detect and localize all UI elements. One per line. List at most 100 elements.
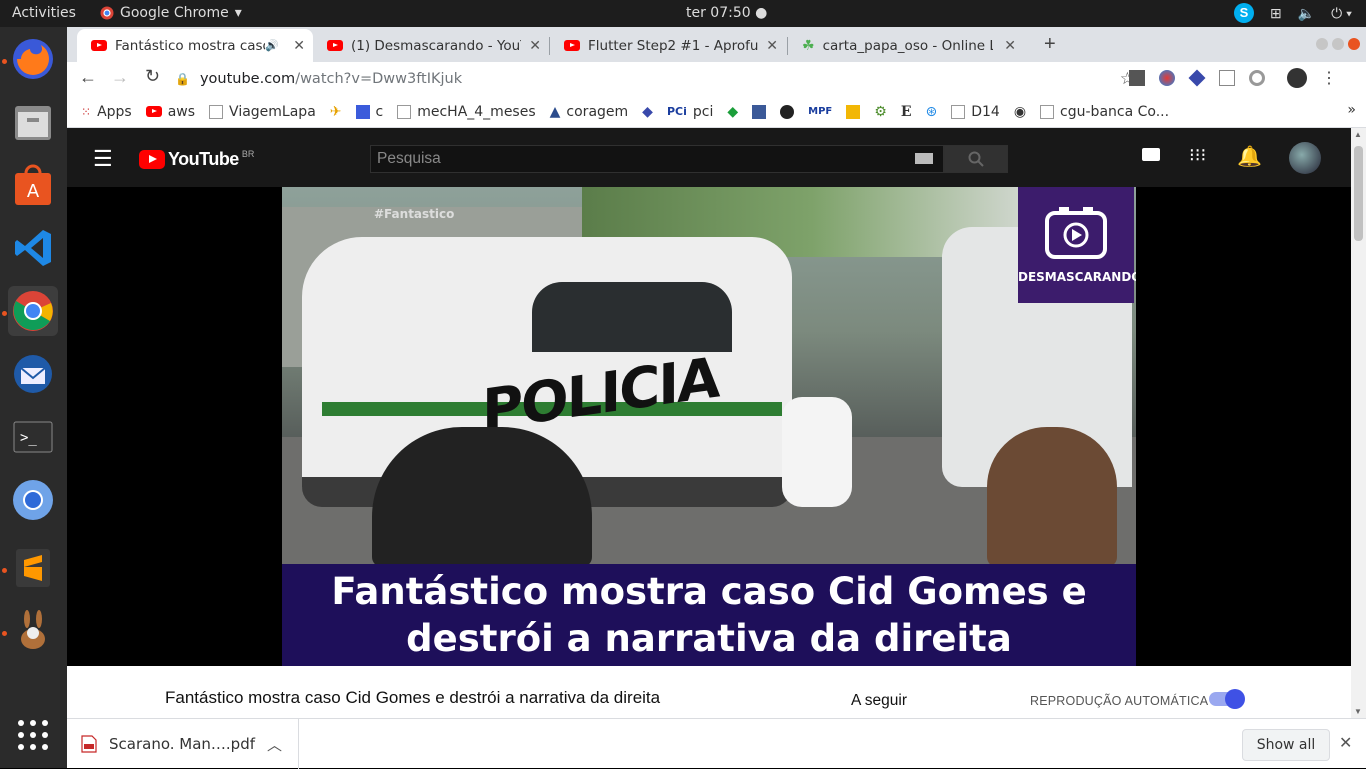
chrome-dock-icon[interactable]: [8, 286, 58, 336]
show-apps-icon[interactable]: [8, 710, 58, 760]
tab-desmascarando[interactable]: (1) Desmascarando - YouT ✕: [313, 29, 549, 62]
bookmark-diamond[interactable]: ◆: [642, 104, 653, 120]
search-button[interactable]: [944, 145, 1008, 173]
hamburger-menu-icon[interactable]: ☰: [93, 146, 113, 172]
close-shelf-icon[interactable]: ✕: [1339, 733, 1352, 752]
forward-icon[interactable]: →: [111, 67, 129, 88]
settings-extension-icon[interactable]: [1249, 70, 1265, 86]
sublime-text-icon[interactable]: [8, 543, 58, 593]
clock-text: ter 07:50: [686, 5, 751, 21]
tab-close-icon[interactable]: ✕: [766, 38, 778, 54]
app-menu-label: Google Chrome: [120, 5, 229, 21]
profile-avatar[interactable]: [1287, 68, 1307, 88]
create-video-icon[interactable]: [1142, 148, 1160, 161]
audio-icon[interactable]: 🔊: [265, 39, 279, 52]
bookmark-pci[interactable]: PCi pci: [667, 104, 713, 120]
bookmark-box[interactable]: [846, 104, 861, 119]
power-icon[interactable]: ⏻ ▾: [1331, 5, 1352, 22]
tab-close-icon[interactable]: ✕: [293, 38, 305, 54]
menu-kebab-icon[interactable]: ⋮: [1321, 68, 1337, 88]
close-window-icon[interactable]: [1348, 38, 1360, 50]
system-tray[interactable]: S ⊞ 🔈 ⏻ ▾: [1233, 3, 1352, 23]
e-icon: E: [900, 103, 912, 120]
bookmark-coragem[interactable]: ▲ coragem: [550, 104, 629, 120]
globe-icon: ◉: [1013, 103, 1027, 120]
download-extension-icon[interactable]: [1129, 70, 1145, 86]
mpf-icon: MPF: [808, 106, 833, 117]
youtube-logo[interactable]: YouTube BR: [139, 149, 254, 170]
toggle-knob: [1225, 689, 1245, 709]
account-avatar[interactable]: [1289, 142, 1321, 174]
bookmark-flag[interactable]: ◆: [727, 104, 738, 120]
chromium-icon[interactable]: [8, 475, 58, 525]
youtube-favicon-icon: [564, 40, 580, 51]
bookmark-circle[interactable]: ⊛: [925, 104, 937, 120]
bookmark-github[interactable]: [780, 104, 795, 119]
reload-icon[interactable]: ↻: [145, 66, 160, 87]
caption-line-1: Fantástico mostra caso Cid Gomes e: [331, 570, 1087, 613]
youtube-play-icon: [139, 150, 165, 169]
tab-flutter[interactable]: Flutter Step2 #1 - Aprofur ✕: [550, 29, 786, 62]
url-host: youtube.com: [199, 71, 296, 87]
bookmark-gear[interactable]: ⚙: [874, 104, 887, 120]
tab-carta[interactable]: ☘ carta_papa_oso - Online L ✕: [788, 29, 1024, 62]
calendar-icon: [355, 104, 370, 119]
chevron-up-icon[interactable]: ︿: [267, 734, 282, 755]
bookmark-viagemlapa[interactable]: ViagemLapa: [209, 104, 316, 120]
tab-fantastico[interactable]: Fantástico mostra caso 🔊 ✕: [77, 29, 313, 62]
apps-grid-icon[interactable]: ⁝⁝⁝: [1189, 145, 1206, 166]
emule-icon[interactable]: [8, 606, 58, 656]
volume-icon[interactable]: 🔈: [1298, 5, 1315, 22]
bookmark-aws[interactable]: aws: [145, 104, 195, 120]
grid-extension-icon[interactable]: [1219, 70, 1235, 86]
bookmark-apps[interactable]: ⁙ Apps: [81, 104, 132, 120]
address-bar[interactable]: 🔒 youtube.com/watch?v=Dww3ftIKjuk ☆: [175, 65, 1145, 93]
more-bookmarks-icon[interactable]: »: [1347, 102, 1356, 118]
search-input[interactable]: Pesquisa: [370, 145, 944, 173]
bookmark-globe[interactable]: ◉: [1014, 104, 1026, 120]
notifications-bell-icon[interactable]: 🔔: [1237, 144, 1262, 169]
page-scrollbar[interactable]: ▲ ▼: [1351, 128, 1366, 718]
bookmark-e[interactable]: E: [901, 104, 912, 120]
software-center-icon[interactable]: A: [8, 160, 58, 210]
person-right-hair: [987, 427, 1117, 567]
video-player[interactable]: POLICIA #Fantastico DESMASCARANDO Fantás…: [67, 187, 1351, 666]
tab-close-icon[interactable]: ✕: [1004, 38, 1016, 54]
bookmark-mecha[interactable]: mecHA_4_meses: [397, 104, 536, 120]
bookmark-facebook[interactable]: [752, 104, 767, 119]
channel-brand-box: DESMASCARANDO: [1018, 187, 1136, 303]
thunderbird-icon[interactable]: [8, 349, 58, 399]
bookmark-label: ViagemLapa: [229, 103, 316, 120]
new-tab-button[interactable]: +: [1044, 33, 1056, 56]
bookmark-plane[interactable]: ✈: [330, 104, 342, 120]
scroll-down-arrow-icon[interactable]: ▼: [1354, 707, 1362, 716]
network-icon[interactable]: ⊞: [1270, 5, 1282, 22]
maximize-icon[interactable]: [1332, 38, 1344, 50]
files-icon[interactable]: [8, 97, 58, 147]
back-icon[interactable]: ←: [79, 67, 97, 88]
download-item[interactable]: Scarano. Man….pdf ︿: [81, 719, 300, 769]
person-white-shirt: [782, 397, 852, 507]
clock[interactable]: ter 07:50 ●: [686, 5, 767, 21]
terminal-icon[interactable]: >_: [8, 412, 58, 462]
bookmark-cgu[interactable]: cgu-banca Co...: [1040, 104, 1169, 120]
minimize-icon[interactable]: [1316, 38, 1328, 50]
bookmark-d14[interactable]: D14: [951, 104, 1000, 120]
app-menu[interactable]: Google Chrome ▾: [100, 5, 242, 21]
bookmark-c[interactable]: c: [355, 104, 383, 120]
show-all-button[interactable]: Show all: [1242, 729, 1330, 761]
colorful-extension-icon[interactable]: [1159, 70, 1175, 86]
bookmark-mpf[interactable]: MPF: [808, 106, 832, 117]
youtube-favicon-icon: [145, 106, 162, 117]
skype-icon[interactable]: S: [1233, 3, 1254, 23]
video-frame[interactable]: POLICIA #Fantastico DESMASCARANDO Fantás…: [282, 187, 1136, 666]
autoplay-toggle[interactable]: [1209, 689, 1245, 709]
firefox-icon[interactable]: [8, 34, 58, 84]
tab-close-icon[interactable]: ✕: [529, 38, 541, 54]
diamond-extension-icon[interactable]: [1188, 69, 1206, 87]
scroll-thumb[interactable]: [1354, 146, 1363, 241]
activities-button[interactable]: Activities: [12, 5, 76, 21]
keyboard-icon[interactable]: [915, 153, 933, 164]
vscode-icon[interactable]: [8, 223, 58, 273]
scroll-up-arrow-icon[interactable]: ▲: [1354, 130, 1362, 139]
